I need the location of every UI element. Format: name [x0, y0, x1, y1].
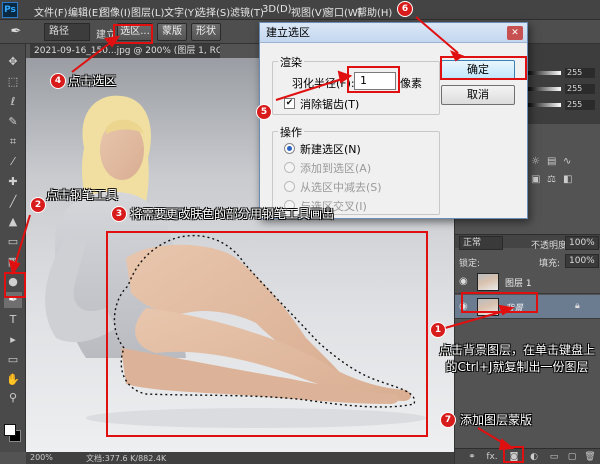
step-badge-7: 7 [440, 412, 456, 428]
step-note-2: 点击钢笔工具 [46, 188, 119, 202]
step-badge-3: 3 [111, 206, 127, 222]
step-note-3: 将需要更改肤色的部分用钢笔工具画出 [130, 207, 335, 221]
step-badge-2: 2 [30, 197, 46, 213]
step-note-4: 点击选区 [68, 74, 117, 88]
step-note-7: 添加图层蒙版 [460, 413, 533, 427]
annotation-arrows [8, 16, 515, 451]
step-badge-1: 1 [430, 322, 446, 338]
step-badge-5: 5 [256, 104, 272, 120]
step-badge-4: 4 [50, 73, 66, 89]
step-note-1: 点击背景图层，在单击键盘上的Ctrl+J就复制出一份图层 [438, 343, 595, 374]
step-badge-6: 6 [397, 1, 413, 17]
